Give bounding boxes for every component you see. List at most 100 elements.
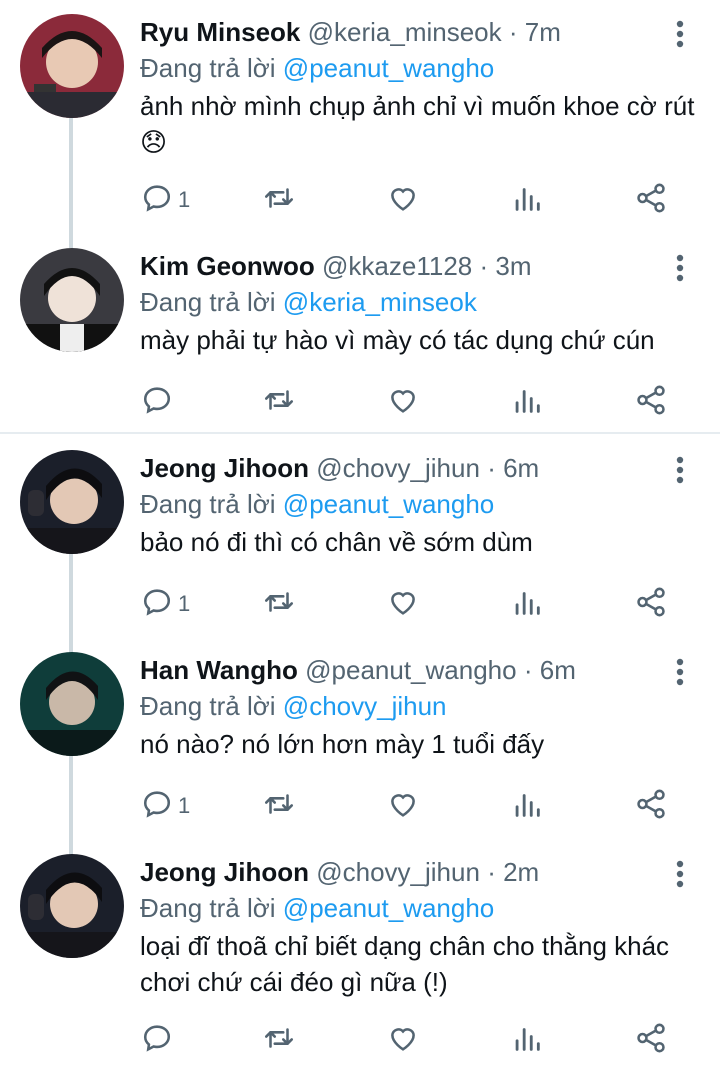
more-icon[interactable] [668, 454, 692, 486]
display-name[interactable]: Jeong Jihoon [140, 857, 309, 887]
replying-prefix: Đang trả lời [140, 287, 276, 317]
share-icon [634, 585, 668, 624]
reply-icon [140, 585, 174, 624]
retweet-icon [262, 383, 296, 422]
replying-to: Đang trả lời @keria_minseok [140, 284, 700, 320]
share-button[interactable] [634, 382, 668, 422]
reply-icon [140, 787, 174, 826]
replying-to: Đang trả lời @chovy_jihun [140, 688, 700, 724]
share-icon [634, 383, 668, 422]
share-button[interactable] [634, 786, 668, 826]
action-bar: 1 [140, 180, 700, 220]
display-name[interactable]: Han Wangho [140, 655, 298, 685]
share-icon [634, 1021, 668, 1060]
separator-dot: · [508, 17, 518, 47]
tweet-text: nó nào? nó lớn hơn mày 1 tuổi đấy [140, 729, 545, 759]
stats-button[interactable] [510, 180, 544, 220]
stats-icon [510, 787, 544, 826]
user-handle[interactable]: @chovy_jihun [316, 453, 480, 483]
timestamp[interactable]: 6m [503, 453, 539, 483]
display-name[interactable]: Jeong Jihoon [140, 453, 309, 483]
timestamp[interactable]: 2m [503, 857, 539, 887]
replying-to: Đang trả lời @peanut_wangho [140, 486, 700, 522]
retweet-button[interactable] [262, 180, 296, 220]
retweet-button[interactable] [262, 382, 296, 422]
user-handle[interactable]: @kkaze1128 [322, 251, 472, 281]
mention-link[interactable]: @chovy_jihun [283, 691, 447, 721]
stats-icon [510, 1021, 544, 1060]
reply-button[interactable]: 1 [140, 584, 190, 624]
tweet-header: Jeong Jihoon @chovy_jihun · 2m [140, 854, 700, 890]
conversation-divider [0, 432, 720, 434]
like-button[interactable] [386, 382, 420, 422]
retweet-icon [262, 1021, 296, 1060]
timestamp[interactable]: 6m [540, 655, 576, 685]
stats-button[interactable] [510, 382, 544, 422]
share-icon [634, 787, 668, 826]
reply-count: 1 [178, 591, 191, 616]
like-button[interactable] [386, 584, 420, 624]
retweet-button[interactable] [262, 1020, 296, 1060]
avatar[interactable] [20, 248, 124, 352]
action-bar [140, 382, 700, 422]
like-icon [386, 383, 420, 422]
mention-link[interactable]: @peanut_wangho [283, 489, 494, 519]
tweet-header: Jeong Jihoon @chovy_jihun · 6m [140, 450, 700, 486]
user-handle[interactable]: @chovy_jihun [316, 857, 480, 887]
stats-icon [510, 585, 544, 624]
stats-icon [510, 181, 544, 220]
avatar[interactable] [20, 854, 124, 958]
share-icon [634, 181, 668, 220]
reply-button[interactable] [140, 382, 178, 422]
avatar[interactable] [20, 652, 124, 756]
user-handle[interactable]: @peanut_wangho [305, 655, 516, 685]
tweet-header: Kim Geonwoo @kkaze1128 · 3m [140, 248, 700, 284]
mention-link[interactable]: @keria_minseok [283, 287, 477, 317]
like-icon [386, 181, 420, 220]
user-handle[interactable]: @keria_minseok [308, 17, 502, 47]
stats-button[interactable] [510, 1020, 544, 1060]
tweet-text: bảo nó đi thì có chân về sớm dùm [140, 527, 533, 557]
share-button[interactable] [634, 180, 668, 220]
timestamp[interactable]: 7m [525, 17, 561, 47]
more-icon[interactable] [668, 656, 692, 688]
separator-dot: · [487, 453, 496, 483]
like-button[interactable] [386, 786, 420, 826]
more-icon[interactable] [668, 252, 692, 284]
share-button[interactable] [634, 584, 668, 624]
reply-button[interactable] [140, 1020, 178, 1060]
replying-prefix: Đang trả lời [140, 53, 276, 83]
timestamp[interactable]: 3m [495, 251, 531, 281]
reply-button[interactable]: 1 [140, 786, 190, 826]
reply-icon [140, 383, 174, 422]
reply-icon [140, 181, 174, 220]
action-bar: 1 [140, 786, 700, 826]
tweet[interactable]: Kim Geonwoo @kkaze1128 · 3m Đang trả lời… [0, 234, 720, 434]
mention-link[interactable]: @peanut_wangho [283, 53, 494, 83]
share-button[interactable] [634, 1020, 668, 1060]
tweet[interactable]: Jeong Jihoon @chovy_jihun · 2m Đang trả … [0, 840, 720, 1071]
display-name[interactable]: Ryu Minseok [140, 17, 300, 47]
like-button[interactable] [386, 1020, 420, 1060]
stats-icon [510, 383, 544, 422]
retweet-button[interactable] [262, 584, 296, 624]
like-button[interactable] [386, 180, 420, 220]
replying-prefix: Đang trả lời [140, 691, 276, 721]
tweet[interactable]: Jeong Jihoon @chovy_jihun · 6m Đang trả … [0, 436, 720, 636]
reply-icon [140, 1021, 174, 1060]
tweet[interactable]: Ryu Minseok @keria_minseok · 7m Đang trả… [0, 0, 720, 232]
retweet-button[interactable] [262, 786, 296, 826]
mention-link[interactable]: @peanut_wangho [283, 893, 494, 923]
reply-button[interactable]: 1 [140, 180, 190, 220]
more-icon[interactable] [668, 18, 692, 50]
stats-button[interactable] [510, 786, 544, 826]
more-icon[interactable] [668, 858, 692, 890]
like-icon [386, 1021, 420, 1060]
avatar[interactable] [20, 450, 124, 554]
avatar[interactable] [20, 14, 124, 118]
tweet-text: loại đĩ thoã chỉ biết dạng chân cho thằn… [140, 931, 670, 997]
display-name[interactable]: Kim Geonwoo [140, 251, 315, 281]
tweet[interactable]: Han Wangho @peanut_wangho · 6m Đang trả … [0, 638, 720, 838]
like-icon [386, 787, 420, 826]
stats-button[interactable] [510, 584, 544, 624]
